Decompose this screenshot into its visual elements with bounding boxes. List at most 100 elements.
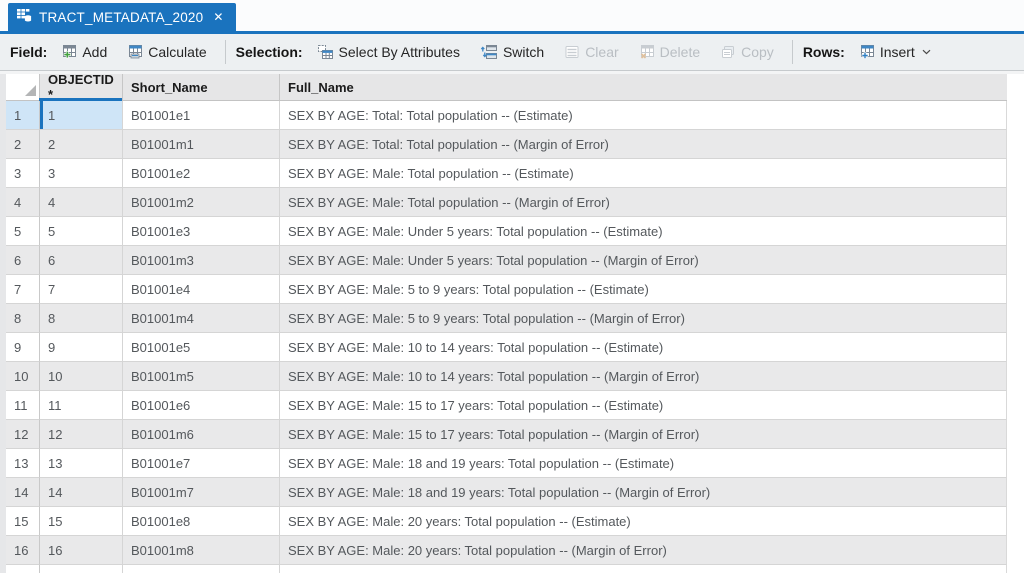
objectid-cell[interactable]: 6 xyxy=(40,246,123,275)
full-name-cell[interactable]: SEX BY AGE: Total: Total population -- (… xyxy=(280,101,1007,130)
tab-tract-metadata-2020[interactable]: TRACT_METADATA_2020 ✕ xyxy=(8,3,237,31)
full-name-cell[interactable]: SEX BY AGE: Male: 20 years: Total popula… xyxy=(280,507,1007,536)
objectid-cell[interactable]: 12 xyxy=(40,420,123,449)
switch-selection-button[interactable]: Switch xyxy=(474,41,550,63)
objectid-cell[interactable]: 9 xyxy=(40,333,123,362)
row-number-cell[interactable]: 10 xyxy=(6,362,40,391)
row-number-cell[interactable]: 12 xyxy=(6,420,40,449)
copy-icon xyxy=(720,44,736,60)
row-number-cell[interactable]: 5 xyxy=(6,217,40,246)
objectid-cell[interactable]: 13 xyxy=(40,449,123,478)
table-row: 12 12 B01001m6 SEX BY AGE: Male: 15 to 1… xyxy=(6,420,1007,449)
short-name-cell[interactable]: B01001e7 xyxy=(123,449,280,478)
table-row: 11 11 B01001e6 SEX BY AGE: Male: 15 to 1… xyxy=(6,391,1007,420)
add-field-button[interactable]: Add xyxy=(55,41,113,63)
short-name-cell[interactable]: B01001e2 xyxy=(123,159,280,188)
delete-selection-button[interactable]: Delete xyxy=(633,41,706,63)
short-name-cell[interactable]: B01001m4 xyxy=(123,304,280,333)
column-header-objectid[interactable]: OBJECTID * xyxy=(39,72,123,102)
short-name-cell[interactable]: B01001e5 xyxy=(123,333,280,362)
full-name-cell[interactable]: SEX BY AGE: Male: 5 to 9 years: Total po… xyxy=(280,275,1007,304)
short-name-cell[interactable] xyxy=(123,565,280,573)
short-name-cell[interactable]: B01001m1 xyxy=(123,130,280,159)
row-number-cell[interactable]: 13 xyxy=(6,449,40,478)
row-number-cell[interactable]: 7 xyxy=(6,275,40,304)
select-all-corner-cell[interactable] xyxy=(6,74,40,101)
full-name-cell[interactable]: SEX BY AGE: Male: 10 to 14 years: Total … xyxy=(280,362,1007,391)
column-header-full-name[interactable]: Full_Name xyxy=(280,74,1007,101)
row-number-cell[interactable]: 8 xyxy=(6,304,40,333)
table-row: 13 13 B01001e7 SEX BY AGE: Male: 18 and … xyxy=(6,449,1007,478)
short-name-cell[interactable]: B01001e4 xyxy=(123,275,280,304)
short-name-cell[interactable]: B01001m3 xyxy=(123,246,280,275)
objectid-cell[interactable]: 5 xyxy=(40,217,123,246)
full-name-cell[interactable]: SEX BY AGE: Male: 15 to 17 years: Total … xyxy=(280,420,1007,449)
add-field-icon xyxy=(61,44,77,60)
short-name-cell[interactable]: B01001m8 xyxy=(123,536,280,565)
full-name-cell[interactable]: SEX BY AGE: Male: 20 years: Total popula… xyxy=(280,536,1007,565)
row-number-cell[interactable]: 4 xyxy=(6,188,40,217)
objectid-cell[interactable]: 3 xyxy=(40,159,123,188)
row-number-cell[interactable]: 11 xyxy=(6,391,40,420)
table-row: 8 8 B01001m4 SEX BY AGE: Male: 5 to 9 ye… xyxy=(6,304,1007,333)
objectid-cell[interactable]: 15 xyxy=(40,507,123,536)
short-name-cell[interactable]: B01001m5 xyxy=(123,362,280,391)
full-name-cell[interactable]: SEX BY AGE: Male: Total population -- (E… xyxy=(280,159,1007,188)
short-name-cell[interactable]: B01001e6 xyxy=(123,391,280,420)
full-name-cell[interactable] xyxy=(280,565,1007,573)
objectid-cell[interactable]: 8 xyxy=(40,304,123,333)
objectid-cell[interactable]: 11 xyxy=(40,391,123,420)
short-name-cell[interactable]: B01001e1 xyxy=(123,101,280,130)
full-name-cell[interactable]: SEX BY AGE: Male: 5 to 9 years: Total po… xyxy=(280,304,1007,333)
copy-button[interactable]: Copy xyxy=(714,41,780,63)
row-number-cell[interactable]: 15 xyxy=(6,507,40,536)
table-row: 1 1 B01001e1 SEX BY AGE: Total: Total po… xyxy=(6,101,1007,130)
close-icon[interactable]: ✕ xyxy=(210,10,226,24)
objectid-cell[interactable]: 14 xyxy=(40,478,123,507)
short-name-cell[interactable]: B01001m2 xyxy=(123,188,280,217)
objectid-cell[interactable]: 10 xyxy=(40,362,123,391)
tab-title: TRACT_METADATA_2020 xyxy=(39,9,204,25)
table-row: 14 14 B01001m7 SEX BY AGE: Male: 18 and … xyxy=(6,478,1007,507)
full-name-cell[interactable]: SEX BY AGE: Male: 15 to 17 years: Total … xyxy=(280,391,1007,420)
objectid-cell[interactable]: 16 xyxy=(40,536,123,565)
table-row: 2 2 B01001m1 SEX BY AGE: Total: Total po… xyxy=(6,130,1007,159)
table-row: 6 6 B01001m3 SEX BY AGE: Male: Under 5 y… xyxy=(6,246,1007,275)
row-number-cell[interactable]: 14 xyxy=(6,478,40,507)
delete-selection-icon xyxy=(639,44,655,60)
objectid-cell[interactable] xyxy=(40,565,123,573)
full-name-cell[interactable]: SEX BY AGE: Male: 10 to 14 years: Total … xyxy=(280,333,1007,362)
row-number-cell[interactable]: 16 xyxy=(6,536,40,565)
column-header-short-name[interactable]: Short_Name xyxy=(123,74,280,101)
objectid-cell[interactable]: 7 xyxy=(40,275,123,304)
row-number-cell[interactable]: 2 xyxy=(6,130,40,159)
row-number-cell[interactable] xyxy=(6,565,40,573)
short-name-cell[interactable]: B01001m6 xyxy=(123,420,280,449)
select-by-attributes-button[interactable]: Select By Attributes xyxy=(311,41,466,63)
row-number-cell[interactable]: 1 xyxy=(6,101,40,130)
short-name-cell[interactable]: B01001e3 xyxy=(123,217,280,246)
full-name-cell[interactable]: SEX BY AGE: Male: 18 and 19 years: Total… xyxy=(280,478,1007,507)
toolbar-separator xyxy=(224,40,226,64)
row-number-cell[interactable]: 3 xyxy=(6,159,40,188)
objectid-cell[interactable]: 2 xyxy=(40,130,123,159)
full-name-cell[interactable]: SEX BY AGE: Male: Total population -- (M… xyxy=(280,188,1007,217)
full-name-cell[interactable]: SEX BY AGE: Male: Under 5 years: Total p… xyxy=(280,217,1007,246)
insert-row-button[interactable]: Insert xyxy=(853,41,937,63)
table-row: 15 15 B01001e8 SEX BY AGE: Male: 20 year… xyxy=(6,507,1007,536)
full-name-cell[interactable]: SEX BY AGE: Male: 18 and 19 years: Total… xyxy=(280,449,1007,478)
table-row: 7 7 B01001e4 SEX BY AGE: Male: 5 to 9 ye… xyxy=(6,275,1007,304)
calculate-field-button[interactable]: Calculate xyxy=(121,41,212,63)
row-number-cell[interactable]: 6 xyxy=(6,246,40,275)
clear-selection-button[interactable]: Clear xyxy=(558,41,624,63)
full-name-cell[interactable]: SEX BY AGE: Total: Total population -- (… xyxy=(280,130,1007,159)
objectid-cell[interactable]: 1 xyxy=(40,101,123,130)
clear-selection-label: Clear xyxy=(585,44,619,60)
short-name-cell[interactable]: B01001m7 xyxy=(123,478,280,507)
short-name-cell[interactable]: B01001e8 xyxy=(123,507,280,536)
full-name-cell[interactable]: SEX BY AGE: Male: Under 5 years: Total p… xyxy=(280,246,1007,275)
objectid-cell[interactable]: 4 xyxy=(40,188,123,217)
rows-group-label: Rows: xyxy=(802,44,845,60)
select-by-attributes-icon xyxy=(317,44,334,60)
row-number-cell[interactable]: 9 xyxy=(6,333,40,362)
